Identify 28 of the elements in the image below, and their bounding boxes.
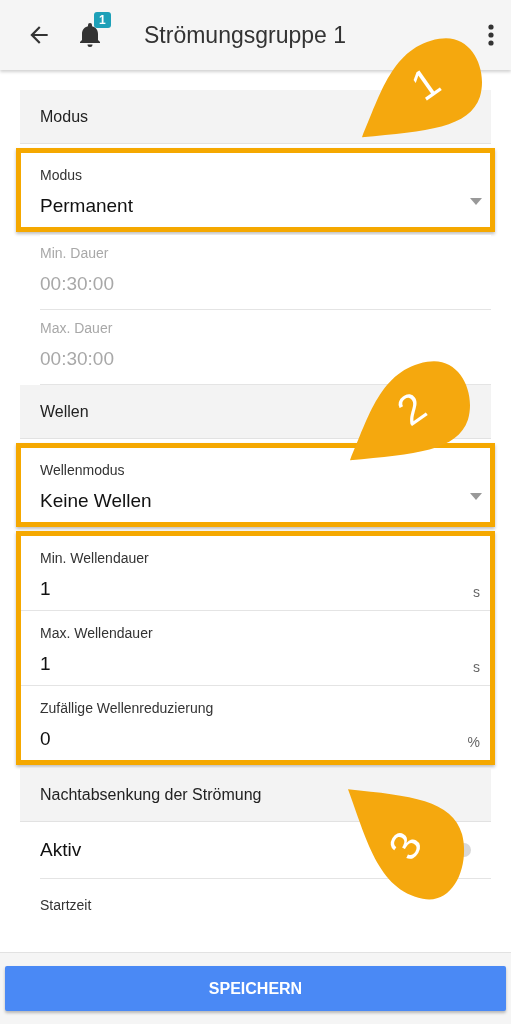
- dropdown-value[interactable]: Permanent: [40, 195, 133, 217]
- unit-label: s: [473, 584, 480, 600]
- dropdown-caret-icon[interactable]: [470, 198, 482, 205]
- field-label: Modus: [40, 167, 83, 183]
- field-value: 00:30:00: [40, 348, 114, 370]
- field-label: Zufällige Wellenreduzierung: [40, 700, 214, 716]
- field-value[interactable]: 1: [40, 578, 51, 600]
- callout-number: 3: [381, 825, 430, 867]
- field-label: Max. Wellendauer: [40, 625, 153, 641]
- screen-title: Strömungsgruppe 1: [144, 21, 347, 49]
- field-value: 00:30:00: [40, 273, 114, 295]
- unit-label: %: [467, 734, 480, 750]
- more-options-icon[interactable]: [487, 23, 495, 47]
- field-label: Max. Dauer: [40, 320, 113, 336]
- bell-icon[interactable]: [78, 22, 102, 48]
- section-header: Nachtabsenkung der Strömung: [20, 768, 491, 822]
- setting-label: Aktiv: [40, 839, 82, 861]
- field-label: Min. Wellendauer: [40, 550, 149, 566]
- notification-badge: 1: [94, 12, 111, 28]
- field-value[interactable]: 0: [40, 728, 51, 750]
- dropdown-caret-icon[interactable]: [470, 493, 482, 500]
- callout-number: 2: [390, 385, 434, 433]
- unit-label: s: [473, 659, 480, 675]
- field-label: Min. Dauer: [40, 245, 109, 261]
- field-value[interactable]: 1: [40, 653, 51, 675]
- dropdown-value[interactable]: Keine Wellen: [40, 490, 152, 512]
- field-label: Wellenmodus: [40, 462, 125, 478]
- field-label: Startzeit: [40, 897, 92, 913]
